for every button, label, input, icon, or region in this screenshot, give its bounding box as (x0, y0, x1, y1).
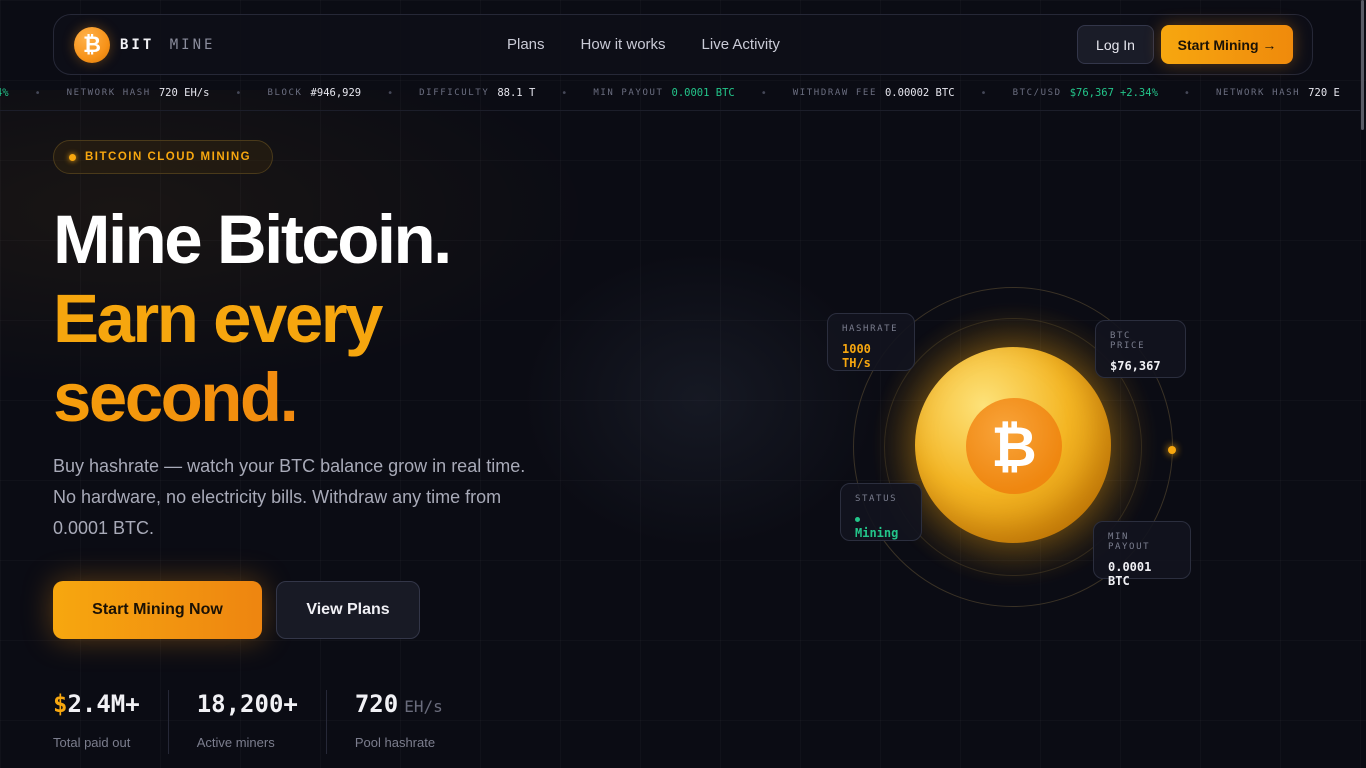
start-mining-nav-button[interactable]: Start Mining → (1161, 25, 1293, 64)
min-payout-value: 0.0001 BTC (1108, 560, 1152, 588)
ticker-label: BTC/USD (1012, 88, 1062, 98)
ticker-item: DIFFICULTY 88.1 T (419, 87, 535, 99)
logo-text: BIT MINE (120, 37, 215, 53)
ticker-item: WITHDRAW FEE 0.00002 BTC (793, 87, 955, 99)
stat-number: 720 (354, 690, 399, 718)
ticker-value: #946,929 (310, 87, 362, 99)
hero-badge: BITCOIN CLOUD MINING (53, 140, 273, 174)
stats-ticker: 7 +2.34% • NETWORK HASH 720 EH/s • BLOCK… (0, 80, 1360, 111)
hashrate-value: 1000 TH/s (842, 342, 871, 370)
bitcoin-icon: ₿ (74, 26, 110, 63)
min-payout-label: MIN PAYOUT (1108, 532, 1151, 552)
stat-label: Active miners (196, 735, 275, 750)
hero-title-line2: Earn every (53, 280, 383, 357)
status-value: Mining (855, 526, 899, 540)
background-glow-center (520, 250, 880, 550)
status-dot-icon (855, 517, 860, 522)
ticker-item: 7 +2.34% (0, 87, 9, 99)
ticker-separator: • (561, 87, 568, 99)
ticker-separator: • (1183, 87, 1190, 99)
logo-mine: MINE (169, 36, 216, 53)
ticker-change: 7 +2.34% (0, 87, 9, 99)
hashrate-label: HASHRATE (842, 324, 899, 334)
stat-total-paid: $2.4M+ Total paid out (53, 690, 169, 754)
page-scrollbar[interactable] (1361, 0, 1364, 130)
ticker-item: NETWORK HASH 720 E (1216, 87, 1340, 99)
ticker-label: NETWORK HASH (66, 88, 151, 98)
logo[interactable]: ₿ BIT MINE (74, 26, 215, 63)
status-label: STATUS (855, 494, 898, 504)
stat-value: 720 EH/s (355, 690, 443, 724)
stat-number: 18,200+ (196, 690, 298, 718)
btc-price-label: BTC PRICE (1110, 331, 1146, 351)
ticker-separator: • (760, 87, 767, 99)
nav-link-how-it-works[interactable]: How it works (581, 36, 666, 53)
nav-links: Plans How it works Live Activity (507, 36, 780, 53)
stat-prefix: $ (53, 690, 68, 718)
ticker-item: BLOCK #946,929 (267, 87, 361, 99)
ticker-label: WITHDRAW FEE (792, 88, 877, 98)
ticker-value: 720 E (1308, 87, 1340, 99)
login-button[interactable]: Log In (1077, 25, 1154, 64)
status-value-row: Mining (855, 512, 907, 540)
stat-unit: EH/s (404, 697, 443, 716)
ticker-item: BTC/USD $76,367 +2.34% (1013, 87, 1158, 99)
logo-bit: BIT (120, 36, 155, 53)
ticker-label: NETWORK HASH (1215, 88, 1301, 98)
ticker-item: NETWORK HASH 720 EH/s (67, 87, 210, 99)
ticker-value: $76,367 (1069, 87, 1114, 99)
ticker-separator: • (387, 87, 394, 99)
bitcoin-icon: ₿ (966, 398, 1062, 494)
ticker-separator: • (980, 87, 987, 99)
nav-link-plans[interactable]: Plans (507, 36, 545, 53)
stat-value: $2.4M+ (53, 690, 140, 724)
stats-row: $2.4M+ Total paid out 18,200+ Active min… (53, 690, 499, 754)
hero-title-line3: second. (53, 358, 450, 437)
badge-dot-icon (69, 153, 76, 161)
hero-subtitle: Buy hashrate — watch your BTC balance gr… (53, 456, 526, 538)
orbit-dot (1168, 446, 1176, 454)
ticker-label: BLOCK (267, 88, 303, 98)
badge-text: BITCOIN CLOUD MINING (85, 151, 252, 163)
btc-price-card: BTC PRICE $76,367 (1095, 320, 1186, 378)
ticker-separator: • (235, 87, 242, 99)
status-card: STATUS Mining (840, 483, 922, 541)
nav-link-live-activity[interactable]: Live Activity (702, 36, 780, 53)
view-plans-button[interactable]: View Plans (276, 581, 420, 639)
ticker-separator: • (34, 87, 41, 99)
stat-value: 18,200+ (197, 690, 298, 724)
ticker-value: 88.1 T (497, 87, 536, 99)
ticker-value: 0.00002 BTC (884, 87, 955, 99)
ticker-change: +2.34% (1119, 87, 1158, 99)
ticker-label: MIN PAYOUT (593, 88, 664, 98)
ticker-track: 7 +2.34% • NETWORK HASH 720 EH/s • BLOCK… (0, 87, 1340, 99)
hero-title-line1: Mine Bitcoin. (53, 201, 452, 278)
hero-title: Mine Bitcoin. Earn every second. (53, 200, 452, 437)
stat-pool-hashrate: 720 EH/s Pool hashrate (355, 690, 471, 754)
min-payout-card: MIN PAYOUT 0.0001 BTC (1093, 521, 1191, 588)
ticker-item: MIN PAYOUT 0.0001 BTC (593, 87, 734, 99)
ticker-value: 0.0001 BTC (671, 87, 735, 99)
ticker-value: 720 EH/s (158, 87, 210, 99)
stat-label: Pool hashrate (354, 735, 436, 750)
stat-active-miners: 18,200+ Active miners (197, 690, 327, 754)
ticker-label: DIFFICULTY (419, 88, 490, 98)
stat-number: 2.4M+ (67, 690, 140, 718)
btc-price-value: $76,367 (1110, 359, 1161, 373)
hashrate-card: HASHRATE 1000 TH/s (827, 313, 915, 371)
top-navbar: ₿ BIT MINE Plans How it works Live Activ… (53, 14, 1313, 75)
start-mining-now-button[interactable]: Start Mining Now (53, 581, 262, 639)
stat-label: Total paid out (53, 735, 131, 750)
